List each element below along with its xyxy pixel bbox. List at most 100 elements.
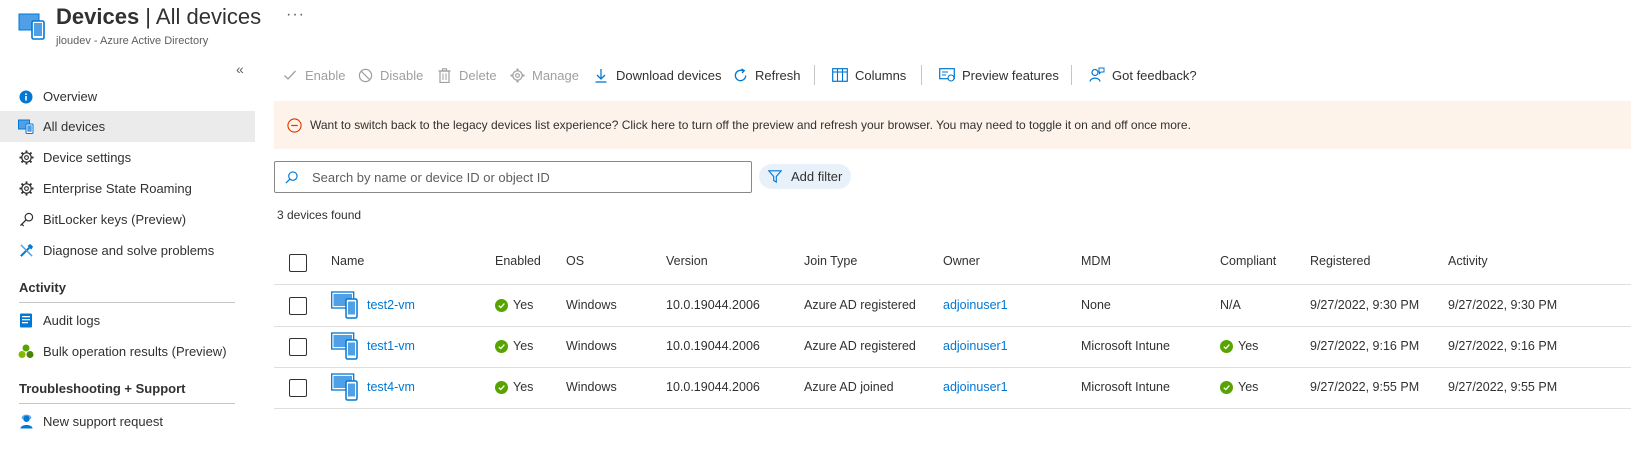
more-options-button[interactable]: ···: [286, 6, 305, 24]
trash-icon: [436, 67, 452, 83]
key-icon: [18, 212, 34, 228]
banner-text: Want to switch back to the legacy device…: [310, 118, 1191, 132]
search-input[interactable]: [310, 168, 734, 186]
sidebar-section-troubleshooting: Troubleshooting + Support: [19, 381, 186, 396]
column-header-name[interactable]: Name: [331, 254, 364, 268]
download-devices-button[interactable]: Download devices: [593, 64, 722, 86]
manage-button[interactable]: Manage: [509, 64, 579, 86]
cell-owner[interactable]: adjoinuser1: [943, 298, 1008, 312]
cell-owner[interactable]: adjoinuser1: [943, 380, 1008, 394]
cell-version: 10.0.19044.2006: [666, 380, 760, 394]
column-header-compliant[interactable]: Compliant: [1220, 254, 1276, 268]
cell-version: 10.0.19044.2006: [666, 298, 760, 312]
search-box[interactable]: [274, 161, 752, 193]
row-checkbox[interactable]: [289, 379, 307, 397]
toolbar-divider: [1071, 65, 1072, 85]
column-header-enabled[interactable]: Enabled: [495, 254, 541, 268]
wrench-icon: [18, 243, 34, 259]
cell-enabled: Yes: [495, 298, 533, 312]
column-header-version[interactable]: Version: [666, 254, 708, 268]
gear-icon: [18, 150, 34, 166]
header-divider: [274, 284, 1631, 285]
blade-icon: [18, 12, 48, 40]
device-name-link[interactable]: test1-vm: [367, 339, 415, 353]
select-all-checkbox[interactable]: [289, 254, 307, 272]
sidebar-item-diagnose-and-solve[interactable]: Diagnose and solve problems: [0, 235, 255, 266]
cell-enabled: Yes: [495, 380, 533, 394]
sidebar-item-bulk-operation-results[interactable]: Bulk operation results (Preview): [0, 336, 255, 367]
column-header-os[interactable]: OS: [566, 254, 584, 268]
support-person-icon: [18, 414, 34, 430]
cell-join-type: Azure AD registered: [804, 339, 916, 353]
cell-text: Yes: [1238, 339, 1259, 353]
info-icon: [18, 89, 34, 105]
sidebar-section-activity: Activity: [19, 280, 66, 295]
column-header-mdm[interactable]: MDM: [1081, 254, 1111, 268]
row-checkbox[interactable]: [289, 338, 307, 356]
cell-registered: 9/27/2022, 9:16 PM: [1310, 339, 1420, 353]
toolbar-divider: [921, 65, 922, 85]
disable-button[interactable]: Disable: [357, 64, 423, 86]
success-check-icon: [495, 339, 508, 353]
devices-icon: [18, 119, 34, 135]
sidebar-item-label: New support request: [43, 414, 163, 429]
sidebar-item-all-devices[interactable]: All devices: [0, 111, 255, 142]
cell-mdm: None: [1081, 298, 1111, 312]
cell-compliant: Yes: [1220, 380, 1258, 394]
refresh-icon: [732, 67, 748, 83]
cell-owner[interactable]: adjoinuser1: [943, 339, 1008, 353]
gear-icon: [18, 181, 34, 197]
sidebar-item-audit-logs[interactable]: Audit logs: [0, 305, 255, 336]
device-name-link[interactable]: test4-vm: [367, 380, 415, 394]
cell-compliant: Yes: [1220, 339, 1258, 353]
sidebar-item-overview[interactable]: Overview: [0, 81, 255, 112]
columns-button[interactable]: Columns: [832, 64, 906, 86]
gear-icon: [509, 67, 525, 83]
got-feedback-button[interactable]: Got feedback?: [1089, 64, 1197, 86]
feedback-icon: [1089, 67, 1105, 83]
column-header-activity[interactable]: Activity: [1448, 254, 1488, 268]
device-name-link[interactable]: test2-vm: [367, 298, 415, 312]
cell-activity: 9/27/2022, 9:55 PM: [1448, 380, 1558, 394]
refresh-button[interactable]: Refresh: [732, 64, 801, 86]
device-icon: [331, 373, 361, 401]
result-count: 3 devices found: [277, 208, 362, 222]
success-check-icon: [495, 298, 508, 312]
row-divider: [274, 408, 1631, 409]
checkmark-icon: [282, 67, 298, 83]
cell-mdm: Microsoft Intune: [1081, 339, 1170, 353]
delete-button[interactable]: Delete: [436, 64, 497, 86]
preview-features-button[interactable]: Preview features: [939, 64, 1059, 86]
cell-mdm: Microsoft Intune: [1081, 380, 1170, 394]
cell-text: Yes: [1238, 380, 1259, 394]
column-header-owner[interactable]: Owner: [943, 254, 980, 268]
sidebar-item-label: Enterprise State Roaming: [43, 181, 192, 196]
cell-enabled: Yes: [495, 339, 533, 353]
cell-os: Windows: [566, 298, 617, 312]
cell-compliant: N/A: [1220, 298, 1241, 312]
sidebar-item-new-support-request[interactable]: New support request: [0, 406, 255, 437]
enable-button[interactable]: Enable: [282, 64, 345, 86]
cell-activity: 9/27/2022, 9:30 PM: [1448, 298, 1558, 312]
add-filter-button[interactable]: Add filter: [759, 164, 851, 189]
column-header-join-type[interactable]: Join Type: [804, 254, 857, 268]
legacy-experience-banner[interactable]: Want to switch back to the legacy device…: [274, 101, 1631, 149]
sidebar-item-enterprise-state-roaming[interactable]: Enterprise State Roaming: [0, 173, 255, 204]
search-icon: [285, 170, 298, 184]
sidebar-item-bitlocker-keys[interactable]: BitLocker keys (Preview): [0, 204, 255, 235]
collapse-sidebar-button[interactable]: «: [236, 61, 244, 77]
sidebar-item-label: All devices: [43, 119, 106, 134]
column-header-registered[interactable]: Registered: [1310, 254, 1370, 268]
sidebar-item-label: Audit logs: [43, 313, 101, 328]
sidebar-item-label: Device settings: [43, 150, 132, 165]
sidebar-item-device-settings[interactable]: Device settings: [0, 142, 255, 173]
device-icon: [331, 291, 361, 319]
cell-os: Windows: [566, 380, 617, 394]
cell-registered: 9/27/2022, 9:30 PM: [1310, 298, 1420, 312]
sidebar-divider: [19, 403, 235, 404]
row-divider: [274, 326, 1631, 327]
filter-icon: [768, 170, 782, 183]
cell-text: Yes: [513, 298, 534, 312]
row-checkbox[interactable]: [289, 297, 307, 315]
toolbar-divider: [814, 65, 815, 85]
